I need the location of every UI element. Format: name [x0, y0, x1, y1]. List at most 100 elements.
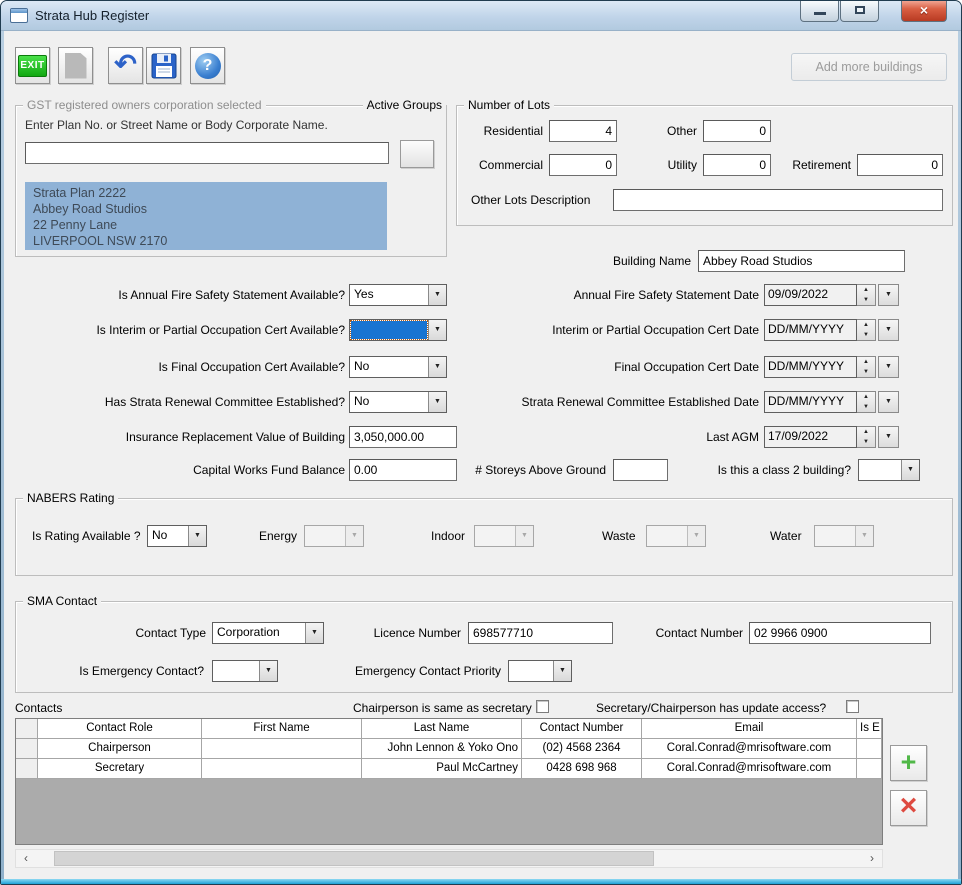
- cell-first-name[interactable]: [202, 759, 362, 779]
- chevron-down-icon[interactable]: ▼: [259, 661, 277, 681]
- chevron-down-icon[interactable]: ▼: [901, 460, 919, 480]
- cell-last-name[interactable]: Paul McCartney: [362, 759, 522, 779]
- undo-icon: ↶: [114, 48, 137, 79]
- utility-input[interactable]: [703, 154, 771, 176]
- gst-search-prompt: Enter Plan No. or Street Name or Body Co…: [25, 118, 328, 132]
- calendar-dropdown-icon[interactable]: ▼: [878, 284, 899, 306]
- renewal-date-value[interactable]: DD/MM/YYYY: [764, 391, 857, 413]
- cell-email[interactable]: Coral.Conrad@mrisoftware.com: [642, 759, 857, 779]
- rating-available-value: No: [152, 528, 168, 542]
- class2-dropdown[interactable]: ▼: [858, 459, 920, 481]
- chevron-down-icon[interactable]: ▼: [553, 661, 571, 681]
- capital-works-label: Capital Works Fund Balance: [193, 463, 345, 477]
- cell-contact-number[interactable]: (02) 4568 2364: [522, 739, 642, 759]
- gst-search-input[interactable]: [25, 142, 389, 164]
- calendar-dropdown-icon[interactable]: ▼: [878, 356, 899, 378]
- scrollbar-thumb[interactable]: [54, 851, 654, 866]
- contact-type-dropdown[interactable]: Corporation ▼: [212, 622, 324, 644]
- maximize-button[interactable]: [840, 1, 879, 22]
- add-contact-button[interactable]: +: [890, 745, 927, 781]
- row-selector[interactable]: [16, 759, 38, 779]
- horizontal-scrollbar[interactable]: ‹ ›: [15, 849, 883, 868]
- rating-available-dropdown[interactable]: No ▼: [147, 525, 207, 547]
- selected-corporation-listbox[interactable]: Strata Plan 2222 Abbey Road Studios 22 P…: [25, 182, 387, 250]
- renewal-date-spinner[interactable]: ▲ ▼: [857, 391, 876, 413]
- cell-first-name[interactable]: [202, 739, 362, 759]
- help-button[interactable]: ?: [190, 47, 225, 84]
- storeys-input[interactable]: [613, 459, 668, 481]
- storeys-label: # Storeys Above Ground: [475, 463, 606, 477]
- cell-is[interactable]: [857, 759, 882, 779]
- cell-contact-number[interactable]: 0428 698 968: [522, 759, 642, 779]
- spin-down-icon[interactable]: ▼: [857, 367, 875, 377]
- selection-line: 22 Penny Lane: [33, 218, 118, 232]
- fire-available-value: Yes: [354, 287, 374, 301]
- gst-browse-button[interactable]: [400, 140, 434, 168]
- column-header-contact-number: Contact Number: [522, 719, 642, 739]
- contact-number-input[interactable]: [749, 622, 931, 644]
- other-input[interactable]: [703, 120, 771, 142]
- emergency-priority-dropdown[interactable]: ▼: [508, 660, 572, 682]
- contacts-table[interactable]: Contact Role First Name Last Name Contac…: [15, 718, 883, 845]
- last-agm-value[interactable]: 17/09/2022: [764, 426, 857, 448]
- chairperson-same-checkbox[interactable]: [536, 700, 549, 713]
- cell-is[interactable]: [857, 739, 882, 759]
- undo-button[interactable]: ↶: [108, 47, 143, 84]
- active-groups-label: Active Groups: [362, 98, 446, 112]
- row-selector[interactable]: [16, 739, 38, 759]
- is-emergency-dropdown[interactable]: ▼: [212, 660, 278, 682]
- selection-line: Strata Plan 2222: [33, 186, 127, 200]
- update-access-checkbox[interactable]: [846, 700, 859, 713]
- add-more-buildings-button[interactable]: Add more buildings: [791, 53, 947, 81]
- spin-down-icon[interactable]: ▼: [857, 295, 875, 305]
- chevron-down-icon[interactable]: ▼: [188, 526, 206, 546]
- licence-number-input[interactable]: [468, 622, 613, 644]
- delete-contact-button[interactable]: ×: [890, 790, 927, 826]
- spin-up-icon[interactable]: ▲: [857, 392, 875, 402]
- fire-date-value[interactable]: 09/09/2022: [764, 284, 857, 306]
- final-date-value[interactable]: DD/MM/YYYY: [764, 356, 857, 378]
- scroll-left-icon[interactable]: ‹: [18, 850, 34, 867]
- cell-last-name[interactable]: John Lennon & Yoko Ono: [362, 739, 522, 759]
- chevron-down-icon[interactable]: ▼: [305, 623, 323, 643]
- titlebar[interactable]: Strata Hub Register ×: [1, 1, 961, 31]
- licence-number-label: Licence Number: [373, 626, 461, 640]
- fire-date-spinner[interactable]: ▲ ▼: [857, 284, 876, 306]
- residential-input[interactable]: [549, 120, 617, 142]
- spin-down-icon[interactable]: ▼: [857, 330, 875, 340]
- final-date-spinner[interactable]: ▲ ▼: [857, 356, 876, 378]
- strata-hub-register-window: Strata Hub Register × EXIT ↶ ? Add more …: [0, 0, 962, 885]
- retirement-input[interactable]: [857, 154, 943, 176]
- capital-works-input[interactable]: [349, 459, 457, 481]
- spin-up-icon[interactable]: ▲: [857, 427, 875, 437]
- new-record-button[interactable]: [58, 47, 93, 84]
- cell-contact-role[interactable]: Secretary: [38, 759, 202, 779]
- spin-up-icon[interactable]: ▲: [857, 357, 875, 367]
- cell-email[interactable]: Coral.Conrad@mrisoftware.com: [642, 739, 857, 759]
- spin-up-icon[interactable]: ▲: [857, 320, 875, 330]
- close-button[interactable]: ×: [901, 1, 947, 22]
- cell-contact-role[interactable]: Chairperson: [38, 739, 202, 759]
- minimize-button[interactable]: [800, 1, 839, 22]
- spin-down-icon[interactable]: ▼: [857, 437, 875, 447]
- interim-date-spinner[interactable]: ▲ ▼: [857, 319, 876, 341]
- calendar-dropdown-icon[interactable]: ▼: [878, 319, 899, 341]
- interim-date-value[interactable]: DD/MM/YYYY: [764, 319, 857, 341]
- commercial-input[interactable]: [549, 154, 617, 176]
- building-name-input[interactable]: [698, 250, 905, 272]
- exit-button[interactable]: EXIT: [15, 47, 50, 84]
- last-agm-label: Last AGM: [706, 430, 759, 444]
- other-lots-description-input[interactable]: [613, 189, 943, 211]
- save-button[interactable]: [146, 47, 181, 84]
- fire-date-label: Annual Fire Safety Statement Date: [573, 288, 759, 302]
- spin-down-icon[interactable]: ▼: [857, 402, 875, 412]
- spin-up-icon[interactable]: ▲: [857, 285, 875, 295]
- scroll-right-icon[interactable]: ›: [864, 850, 880, 867]
- calendar-dropdown-icon[interactable]: ▼: [878, 426, 899, 448]
- calendar-dropdown-icon[interactable]: ▼: [878, 391, 899, 413]
- contact-number-label: Contact Number: [655, 626, 743, 640]
- nabers-group-title: NABERS Rating: [23, 491, 119, 505]
- retirement-label: Retirement: [792, 158, 851, 172]
- last-agm-spinner[interactable]: ▲ ▼: [857, 426, 876, 448]
- save-icon: [151, 53, 176, 78]
